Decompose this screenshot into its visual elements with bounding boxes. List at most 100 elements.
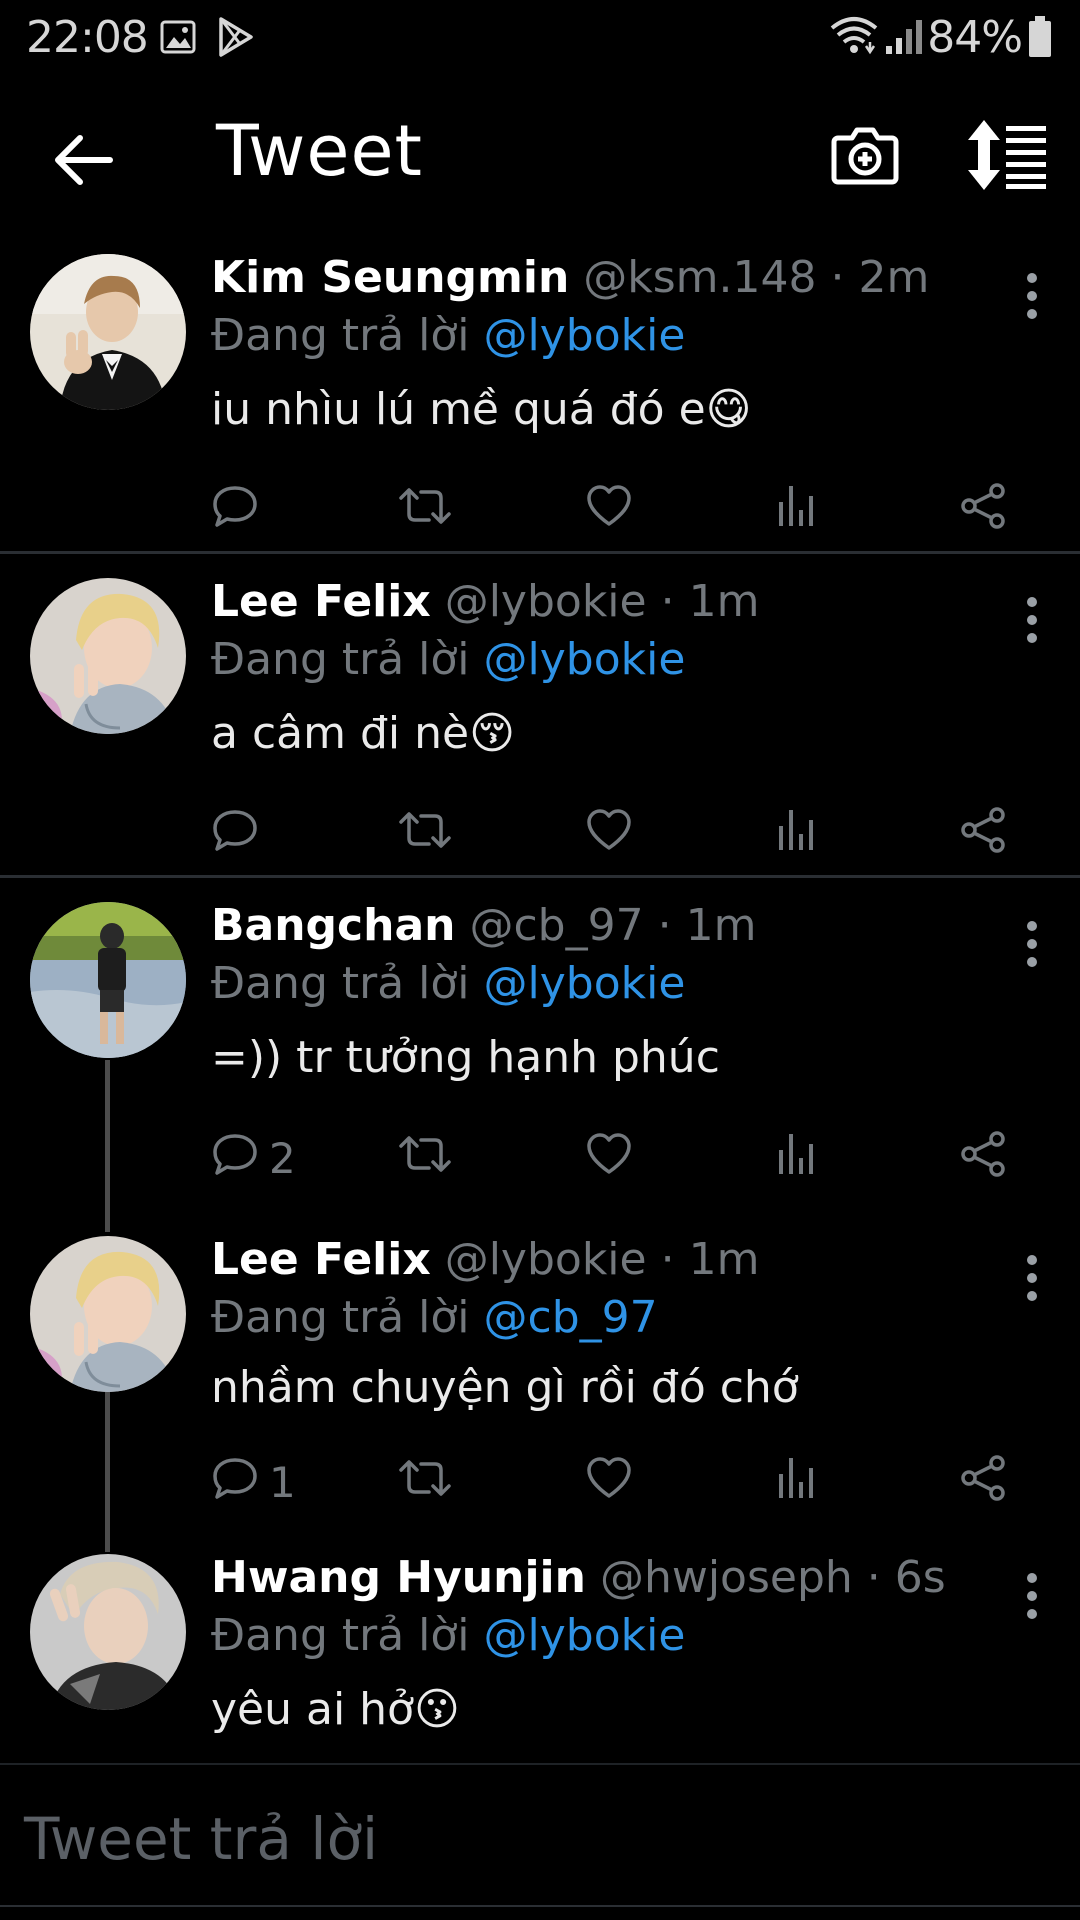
retweet-button[interactable] (397, 806, 457, 866)
tweet-author-name[interactable]: Bangchan (211, 900, 455, 951)
reply-prefix: Đang trả lời (211, 958, 470, 1009)
reply-button[interactable]: 1 (211, 1454, 331, 1514)
more-vertical-icon (1027, 1255, 1037, 1301)
retweet-button[interactable] (397, 1454, 457, 1514)
tweet-header: Lee Felix @lybokie · 1m (211, 574, 1000, 630)
tweet[interactable]: Lee Felix @lybokie · 1m Đang trả lời @ly… (0, 574, 1080, 874)
like-icon (587, 485, 631, 526)
tweet-author-name[interactable]: Lee Felix (211, 1234, 431, 1285)
avatar[interactable] (30, 578, 186, 734)
tweet-separator: · (830, 252, 845, 303)
analytics-button[interactable] (773, 806, 833, 866)
tweet-time: 1m (688, 576, 760, 627)
more-vertical-icon (1027, 273, 1037, 319)
camera-button[interactable] (830, 120, 900, 190)
tweet-author-handle[interactable]: @cb_97 (469, 900, 643, 951)
share-button[interactable] (959, 1130, 1019, 1190)
tweet-author-handle[interactable]: @ksm.148 (583, 252, 816, 303)
tweet-time: 1m (688, 1234, 760, 1285)
avatar[interactable] (30, 1554, 186, 1710)
reply-composer: Tweet trả lời (0, 1763, 1080, 1905)
share-button[interactable] (959, 1454, 1019, 1514)
reply-prefix: Đang trả lời (211, 310, 470, 361)
tweet-emoji: 😗 (413, 1684, 460, 1735)
analytics-icon (779, 486, 813, 526)
more-vertical-icon (1027, 921, 1037, 967)
tweet[interactable]: Kim Seungmin @ksm.148 · 2m Đang trả lời … (0, 250, 1080, 550)
tweet-text: =)) tr tưởng hạnh phúc (211, 1030, 1000, 1086)
reply-prefix: Đang trả lời (211, 1610, 470, 1661)
page-title: Tweet (216, 110, 424, 192)
analytics-button[interactable] (773, 1130, 833, 1190)
more-vertical-icon (1027, 597, 1037, 643)
more-options-button[interactable] (1012, 914, 1052, 974)
like-button[interactable] (585, 1454, 645, 1514)
reply-button[interactable]: 2 (211, 1130, 331, 1190)
share-button[interactable] (959, 482, 1019, 542)
analytics-button[interactable] (773, 482, 833, 542)
tweet-text: yêu ai hở😗 (211, 1682, 1000, 1738)
reply-input[interactable]: Tweet trả lời (24, 1805, 378, 1873)
reply-context: Đang trả lời @lybokie (211, 1608, 1000, 1664)
battery-percent: 84% (927, 12, 1023, 63)
wifi-icon (830, 16, 878, 60)
reply-mention[interactable]: @cb_97 (484, 1292, 658, 1343)
more-options-button[interactable] (1012, 266, 1052, 326)
reply-context: Đang trả lời @lybokie (211, 632, 1000, 688)
tweet-actions: 2 (211, 1130, 1031, 1190)
sort-button[interactable] (966, 120, 1048, 190)
like-button[interactable] (585, 1130, 645, 1190)
tweet[interactable]: Lee Felix @lybokie · 1m Đang trả lời @cb… (0, 1232, 1080, 1532)
reply-icon (213, 486, 257, 527)
tweet-separator: · (660, 1234, 675, 1285)
retweet-icon (399, 1460, 451, 1496)
like-button[interactable] (585, 806, 645, 866)
tweet-author-handle[interactable]: @lybokie (445, 1234, 647, 1285)
retweet-button[interactable] (397, 1130, 457, 1190)
analytics-button[interactable] (773, 1454, 833, 1514)
tweet-separator: · (657, 900, 672, 951)
like-button[interactable] (585, 482, 645, 542)
tweet-separator: · (866, 1552, 881, 1603)
avatar[interactable] (30, 1236, 186, 1392)
reply-count: 2 (269, 1134, 296, 1183)
tweet[interactable]: Bangchan @cb_97 · 1m Đang trả lời @lybok… (0, 898, 1080, 1218)
tweet-author-name[interactable]: Hwang Hyunjin (211, 1552, 586, 1603)
retweet-icon (399, 812, 451, 848)
tweet-author-handle[interactable]: @lybokie (445, 576, 647, 627)
tweet-author-name[interactable]: Kim Seungmin (211, 252, 569, 303)
analytics-icon (779, 1134, 813, 1174)
tweet-emoji: 😋 (705, 384, 752, 435)
reply-mention[interactable]: @lybokie (484, 1610, 686, 1661)
share-button[interactable] (959, 806, 1019, 866)
reply-button[interactable] (211, 806, 331, 866)
signal-icon (884, 18, 924, 60)
app-bar: Tweet (0, 80, 1080, 230)
more-options-button[interactable] (1012, 1248, 1052, 1308)
reply-mention[interactable]: @lybokie (484, 634, 686, 685)
tweet[interactable]: Hwang Hyunjin @hwjoseph · 6s Đang trả lờ… (0, 1550, 1080, 1760)
reply-context: Đang trả lời @lybokie (211, 956, 1000, 1012)
reply-mention[interactable]: @lybokie (484, 958, 686, 1009)
tweet-time: 2m (858, 252, 930, 303)
tweet-author-name[interactable]: Lee Felix (211, 576, 431, 627)
tweet-text: iu nhìu lú mề quá đó e😋 (211, 382, 1000, 438)
tweet-emoji: 😚 (469, 708, 515, 759)
reply-mention[interactable]: @lybokie (484, 310, 686, 361)
reply-prefix: Đang trả lời (211, 634, 470, 685)
back-button[interactable] (44, 120, 124, 200)
share-icon (961, 1131, 1005, 1177)
reply-button[interactable] (211, 482, 331, 542)
tweet-text-content: yêu ai hở (211, 1684, 414, 1735)
battery-icon (1028, 16, 1052, 62)
tweet-author-handle[interactable]: @hwjoseph (600, 1552, 853, 1603)
more-options-button[interactable] (1012, 1566, 1052, 1626)
more-options-button[interactable] (1012, 590, 1052, 650)
tweet-header: Bangchan @cb_97 · 1m (211, 898, 1000, 954)
avatar[interactable] (30, 254, 186, 410)
tweet-separator: · (660, 576, 675, 627)
share-icon (961, 1455, 1005, 1501)
retweet-button[interactable] (397, 482, 457, 542)
avatar[interactable] (30, 902, 186, 1058)
reply-context: Đang trả lời @lybokie (211, 308, 1000, 364)
